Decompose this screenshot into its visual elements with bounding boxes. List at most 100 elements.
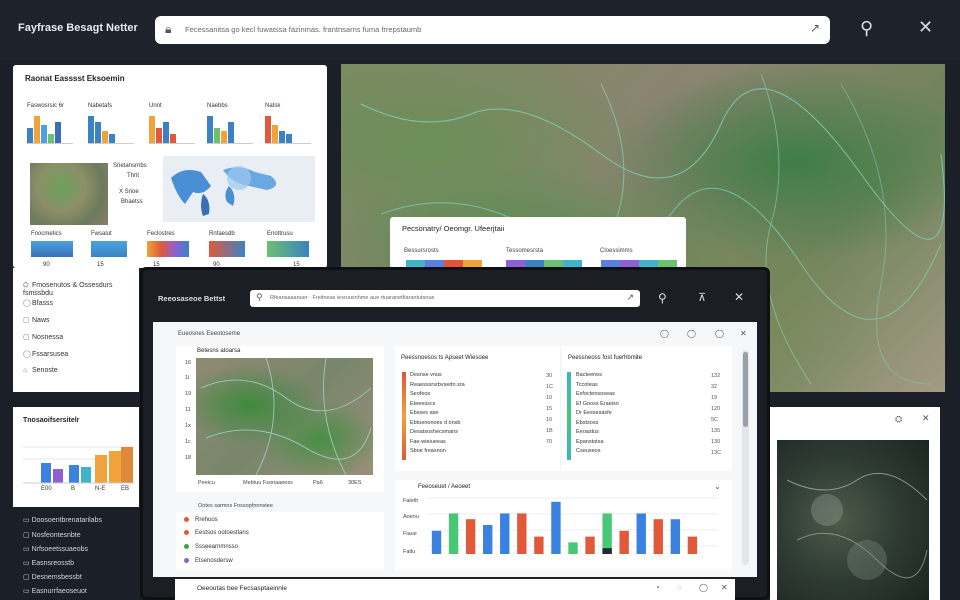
map-label: Thrit xyxy=(127,173,139,179)
chart-bar[interactable] xyxy=(431,530,442,554)
legend-item[interactable]: Etsenosdersw xyxy=(184,558,233,564)
world-map[interactable] xyxy=(163,156,315,222)
sidebar-item[interactable]: ▢ Naws xyxy=(23,316,50,324)
circle-icon[interactable]: ◯ xyxy=(715,329,724,338)
close-icon[interactable]: ✕ xyxy=(740,329,747,338)
chart-bar[interactable] xyxy=(619,530,629,554)
y-label: Fiaue xyxy=(403,531,417,537)
list-row[interactable]: Tccoteas xyxy=(576,382,598,388)
chevron-down-icon[interactable]: ⌄ xyxy=(714,482,721,491)
list-title: Peessneoss fost fuerhbmite xyxy=(568,355,643,361)
mini-bar xyxy=(48,134,54,143)
list-item[interactable]: ▭ Doosoentbrenatarilabs xyxy=(23,516,102,524)
chart-bar[interactable] xyxy=(551,501,561,554)
chart-bar[interactable] xyxy=(636,513,646,554)
list-value: 32 xyxy=(711,384,718,390)
popup-col-label: Tessomesrsta xyxy=(506,248,544,254)
satellite-image[interactable] xyxy=(777,440,929,600)
x-tick: EB xyxy=(121,486,130,492)
search-input[interactable]: 🔒︎ Fecessanitsa go kecl fuwatssa fazinma… xyxy=(155,16,830,44)
clock-icon[interactable]: ◯ xyxy=(660,329,669,338)
list-row[interactable]: Epanstotsa xyxy=(576,439,604,445)
list-item[interactable]: ▢ Nosfeontesnbte xyxy=(23,531,81,539)
sidebar-item[interactable]: ◯Bfasss xyxy=(23,299,53,307)
bottom-left-card: Tnosaoifsersitelr E00 B N-E EB xyxy=(13,407,139,507)
list-row[interactable]: Desatsoshecsmans xyxy=(410,429,458,435)
scrollbar-thumb[interactable] xyxy=(743,352,748,427)
x-tick: Mebtuu Fsoriaaeess xyxy=(243,480,293,486)
list-row[interactable]: Dr Eessesasfe xyxy=(576,410,612,416)
chart-bar[interactable] xyxy=(568,542,578,554)
y-tick: 19 xyxy=(185,391,192,397)
terrain-thumbnail[interactable] xyxy=(30,163,108,225)
close-button[interactable]: ✕ xyxy=(918,17,933,38)
list-row[interactable]: Fae·wieiueeas xyxy=(410,439,446,445)
close-icon[interactable]: ✕ xyxy=(922,413,930,424)
list-row[interactable]: Ebtuenonoes d onsb xyxy=(410,420,460,426)
list-item[interactable]: ▭ Nrfsoeetssuaeobs xyxy=(23,545,88,553)
search-button[interactable]: ⚲ xyxy=(658,291,667,305)
mini-chart[interactable]: Naebbs xyxy=(207,103,253,144)
chart-bar[interactable] xyxy=(653,519,663,554)
close-icon[interactable]: ✕ xyxy=(721,583,728,592)
sidebar-item[interactable]: ◯Fssarsusea xyxy=(23,350,68,358)
chart-bar[interactable] xyxy=(500,513,510,554)
chart-bar[interactable] xyxy=(602,548,612,554)
popup-bar-segment xyxy=(658,260,677,267)
list-row[interactable]: Seofeos xyxy=(410,391,430,397)
map-caption: Ootes sarmns Fnssopfnnnstee xyxy=(198,503,273,509)
chart-bar[interactable] xyxy=(483,525,493,554)
window-search-input[interactable]: ⚲ Rfeansaaanuer · Freitneas iesruusnhme … xyxy=(250,290,640,307)
map-lines xyxy=(200,357,372,476)
list-row[interactable]: Sboe freasnon xyxy=(410,448,446,454)
chart-bar[interactable] xyxy=(602,513,612,554)
y-label: Aoenu xyxy=(403,514,419,520)
chart-bar[interactable] xyxy=(517,513,527,554)
mini-chart[interactable]: Natsk xyxy=(265,103,311,144)
terrain-map-small[interactable] xyxy=(196,357,373,476)
list-row[interactable]: Eeoastus xyxy=(576,429,599,435)
sidebar-item[interactable]: ⌂ Senoste xyxy=(23,367,58,374)
bell-icon[interactable]: ◯ xyxy=(687,329,696,338)
mini-bar xyxy=(156,128,162,143)
timer-icon[interactable]: ◔ xyxy=(655,583,660,592)
refresh-icon[interactable]: ◌ xyxy=(677,583,682,592)
mini-chart[interactable]: Nabetafs xyxy=(88,103,134,144)
list-row[interactable]: Desnse vnus xyxy=(410,372,442,378)
list-row[interactable]: Cseuseos xyxy=(576,448,600,454)
legend-item[interactable]: Rrehuos xyxy=(184,517,218,523)
square-icon: ▢ xyxy=(23,574,30,581)
mini-chart[interactable]: Unnt xyxy=(149,103,195,144)
list-item[interactable]: ▭ Easnsreosstb xyxy=(23,559,74,567)
list-row[interactable]: Eteeesscs xyxy=(410,401,435,407)
list-item[interactable]: ▢ Desnemsbessbt xyxy=(23,573,82,581)
chart-bar[interactable] xyxy=(670,519,681,554)
list-row[interactable]: Reaesssrsrbvsedn.sra xyxy=(410,382,465,388)
gear-icon[interactable]: ⛭ xyxy=(895,414,902,425)
popup-bar-segment xyxy=(620,260,639,267)
list-row[interactable]: Bacteenos xyxy=(576,372,602,378)
chart-bar[interactable] xyxy=(448,513,459,554)
chart-bar[interactable] xyxy=(687,536,698,554)
list-row[interactable]: Ebstsoss xyxy=(576,420,598,426)
close-button[interactable]: ✕ xyxy=(734,290,744,304)
sidebar-item[interactable]: ▢ Nosnessa xyxy=(23,333,63,341)
popup-bar-segment xyxy=(601,260,620,267)
chart-bar[interactable] xyxy=(585,536,595,554)
chart-bar[interactable] xyxy=(465,519,476,554)
navigate-arrow-icon[interactable]: ↗ xyxy=(810,21,820,35)
list-item[interactable]: ▭ Easnurrfaeoseuot xyxy=(23,587,87,595)
pin-button[interactable]: ⊼ xyxy=(698,291,706,304)
legend-item[interactable]: Eestsos ootoestlans xyxy=(184,530,249,536)
list-row[interactable]: Exfoctensoseas xyxy=(576,391,615,397)
list-value: 135 xyxy=(711,428,721,434)
legend-item[interactable]: Ssseearnmnsso xyxy=(184,544,238,550)
list-row[interactable]: Ef Gooss Eraeiso xyxy=(576,401,619,407)
chart-bar[interactable] xyxy=(534,536,544,554)
circle-icon[interactable]: ◯ xyxy=(699,583,708,592)
navigate-arrow-icon[interactable]: ↗ xyxy=(626,292,634,303)
search-button[interactable]: ⚲ xyxy=(860,18,873,39)
mini-chart[interactable]: Faswosrsic 6r xyxy=(27,103,73,144)
list-row[interactable]: Ebsses ase xyxy=(410,410,438,416)
sidebar-item[interactable]: ⛭ Fmosenutos & Ossesdurs fsmssbdu xyxy=(23,282,139,297)
